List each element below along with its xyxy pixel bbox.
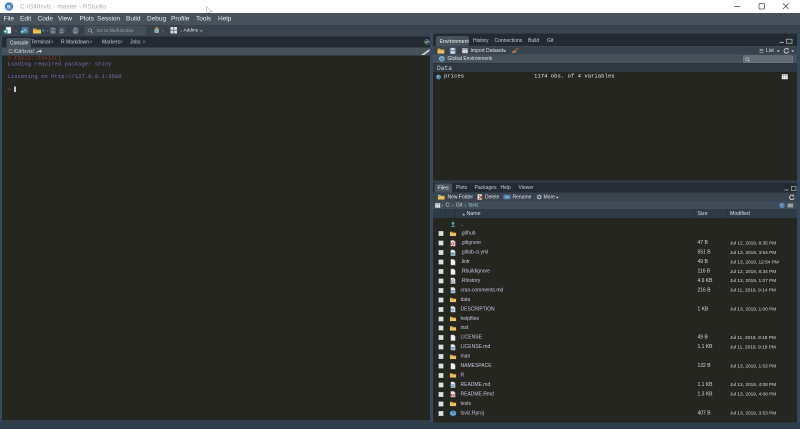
svg-text:D: D <box>452 308 454 312</box>
svg-text:R: R <box>452 394 454 397</box>
